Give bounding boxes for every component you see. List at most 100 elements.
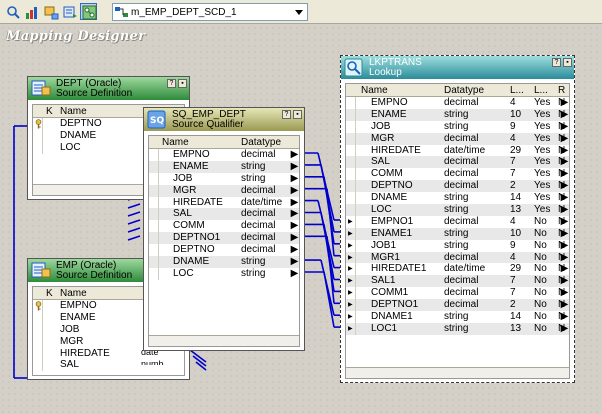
output-port-arrow-icon[interactable]: ▶ (560, 192, 569, 203)
row-selector[interactable] (346, 180, 356, 193)
lookup-port-row[interactable]: ▶ MGR1 decimal 4 No N ▶ (346, 251, 569, 264)
lookup-port-row[interactable]: JOB string 9 Yes N ▶ (346, 120, 569, 133)
help-icon[interactable]: ? (282, 110, 291, 119)
output-port-arrow-icon[interactable]: ▶ (560, 323, 569, 334)
lookup-ports-grid[interactable]: Name Datatype L... L... R EMPNO decimal 4 Y… (345, 83, 570, 379)
restore-icon[interactable]: ▪ (178, 79, 187, 88)
row-selector[interactable] (33, 335, 43, 348)
input-port-arrow-icon[interactable]: ▶ (348, 275, 353, 287)
row-selector[interactable] (33, 129, 43, 142)
row-selector[interactable] (149, 160, 159, 173)
sq-header[interactable]: SQ SQ_EMP_DEPT Source Qualifier ? ▪ (144, 108, 304, 131)
row-selector[interactable] (33, 347, 43, 360)
output-port-arrow-icon[interactable]: ▶ (560, 121, 569, 132)
row-selector[interactable] (346, 156, 356, 169)
help-icon[interactable]: ? (552, 58, 561, 67)
lookup-port-row[interactable]: MGR decimal 4 Yes N ▶ (346, 132, 569, 145)
output-port-arrow-icon[interactable]: ▶ (560, 252, 569, 263)
row-selector[interactable]: ▶ (346, 322, 356, 335)
lookup-port-row[interactable]: DEPTNO decimal 2 Yes N ▶ (346, 180, 569, 193)
row-selector[interactable] (33, 359, 43, 372)
lookup-port-row[interactable]: ▶ EMPNO1 decimal 4 No N ▶ (346, 215, 569, 228)
sq-port-row[interactable]: LOC string ▶ (149, 267, 299, 280)
sq-port-row[interactable]: DNAME string ▶ (149, 256, 299, 268)
row-selector[interactable] (346, 204, 356, 216)
row-selector[interactable] (149, 220, 159, 233)
output-port-arrow-icon[interactable]: ▶ (560, 275, 569, 286)
lookup-port-row[interactable]: DNAME string 14 Yes N ▶ (346, 192, 569, 205)
output-port-arrow-icon[interactable]: ▶ (290, 173, 299, 184)
output-port-arrow-icon[interactable]: ▶ (560, 156, 569, 167)
output-port-arrow-icon[interactable]: ▶ (560, 311, 569, 322)
output-port-arrow-icon[interactable]: ▶ (560, 263, 569, 274)
restore-icon[interactable]: ▪ (293, 110, 302, 119)
row-selector[interactable] (149, 244, 159, 257)
row-selector[interactable] (346, 108, 356, 121)
sq-port-row[interactable]: COMM decimal ▶ (149, 220, 299, 233)
row-selector[interactable]: ▶ (346, 251, 356, 264)
lookup-port-row[interactable]: HIREDATE date/time 29 Yes N ▶ (346, 144, 569, 157)
output-port-arrow-icon[interactable]: ▶ (290, 268, 299, 279)
row-selector[interactable] (33, 141, 43, 154)
sq-port-row[interactable]: EMPNO decimal ▶ (149, 149, 299, 161)
row-selector[interactable] (33, 323, 43, 336)
lookup-port-row[interactable]: ▶ JOB1 string 9 No N ▶ (346, 239, 569, 252)
output-port-arrow-icon[interactable]: ▶ (560, 299, 569, 310)
output-port-arrow-icon[interactable]: ▶ (290, 197, 299, 208)
sq-port-row[interactable]: JOB string ▶ (149, 172, 299, 185)
input-port-arrow-icon[interactable]: ▶ (348, 323, 353, 335)
sq-port-row[interactable]: MGR decimal ▶ (149, 184, 299, 197)
row-selector[interactable]: ▶ (346, 299, 356, 312)
output-port-arrow-icon[interactable]: ▶ (290, 220, 299, 231)
output-port-arrow-icon[interactable]: ▶ (560, 168, 569, 179)
output-port-arrow-icon[interactable]: ▶ (290, 149, 299, 160)
lookup-port-row[interactable]: LOC string 13 Yes N ▶ (346, 204, 569, 216)
input-port-arrow-icon[interactable]: ▶ (348, 216, 353, 228)
lookup-port-row[interactable]: ▶ COMM1 decimal 7 No N ▶ (346, 287, 569, 300)
lookup-port-row[interactable]: ENAME string 10 Yes N ▶ (346, 108, 569, 121)
input-port-arrow-icon[interactable]: ▶ (348, 252, 353, 264)
lookup-port-row[interactable]: SAL decimal 7 Yes N ▶ (346, 156, 569, 169)
output-port-arrow-icon[interactable]: ▶ (560, 145, 569, 156)
lookup-port-row[interactable]: ▶ DEPTNO1 decimal 2 No N ▶ (346, 299, 569, 312)
row-selector[interactable]: ▶ (346, 311, 356, 323)
lookup-port-row[interactable]: ▶ ENAME1 string 10 No N ▶ (346, 227, 569, 240)
output-port-arrow-icon[interactable]: ▶ (560, 204, 569, 215)
lookup-port-row[interactable]: ▶ DNAME1 string 14 No N ▶ (346, 311, 569, 323)
row-selector[interactable] (149, 149, 159, 161)
row-selector[interactable] (149, 184, 159, 197)
input-port-arrow-icon[interactable]: ▶ (348, 287, 353, 299)
input-port-arrow-icon[interactable]: ▶ (348, 240, 353, 252)
output-port-arrow-icon[interactable]: ▶ (560, 180, 569, 191)
row-selector[interactable] (149, 232, 159, 245)
row-selector[interactable] (149, 172, 159, 185)
row-selector[interactable]: ▶ (346, 239, 356, 252)
output-port-arrow-icon[interactable]: ▶ (560, 228, 569, 239)
sq-port-row[interactable]: HIREDATE date/time ▶ (149, 196, 299, 209)
output-port-arrow-icon[interactable]: ▶ (560, 133, 569, 144)
row-selector[interactable] (149, 256, 159, 268)
row-selector[interactable] (149, 208, 159, 221)
row-selector[interactable]: ▶ (346, 215, 356, 228)
help-icon[interactable]: ? (167, 79, 176, 88)
row-selector[interactable] (346, 132, 356, 145)
row-selector[interactable] (346, 144, 356, 157)
sq-port-row[interactable]: SAL decimal ▶ (149, 208, 299, 221)
output-port-arrow-icon[interactable]: ▶ (290, 244, 299, 255)
input-port-arrow-icon[interactable]: ▶ (348, 299, 353, 311)
restore-icon[interactable]: ▪ (563, 58, 572, 67)
row-selector[interactable]: ▶ (346, 227, 356, 240)
lookup-port-row[interactable]: COMM decimal 7 Yes N ▶ (346, 168, 569, 181)
lookup-horizontal-scrollbar[interactable] (346, 367, 569, 378)
row-selector[interactable] (33, 118, 43, 130)
output-port-arrow-icon[interactable]: ▶ (290, 256, 299, 267)
output-port-arrow-icon[interactable]: ▶ (560, 287, 569, 298)
row-selector[interactable] (33, 311, 43, 324)
input-port-arrow-icon[interactable]: ▶ (348, 311, 353, 323)
row-selector[interactable] (33, 300, 43, 312)
lookup-port-row[interactable]: ▶ HIREDATE1 date/time 29 No N ▶ (346, 263, 569, 276)
row-selector[interactable] (149, 196, 159, 209)
output-port-arrow-icon[interactable]: ▶ (290, 208, 299, 219)
row-selector[interactable]: ▶ (346, 263, 356, 276)
source-qualifier[interactable]: SQ SQ_EMP_DEPT Source Qualifier ? ▪ Name… (143, 107, 305, 351)
